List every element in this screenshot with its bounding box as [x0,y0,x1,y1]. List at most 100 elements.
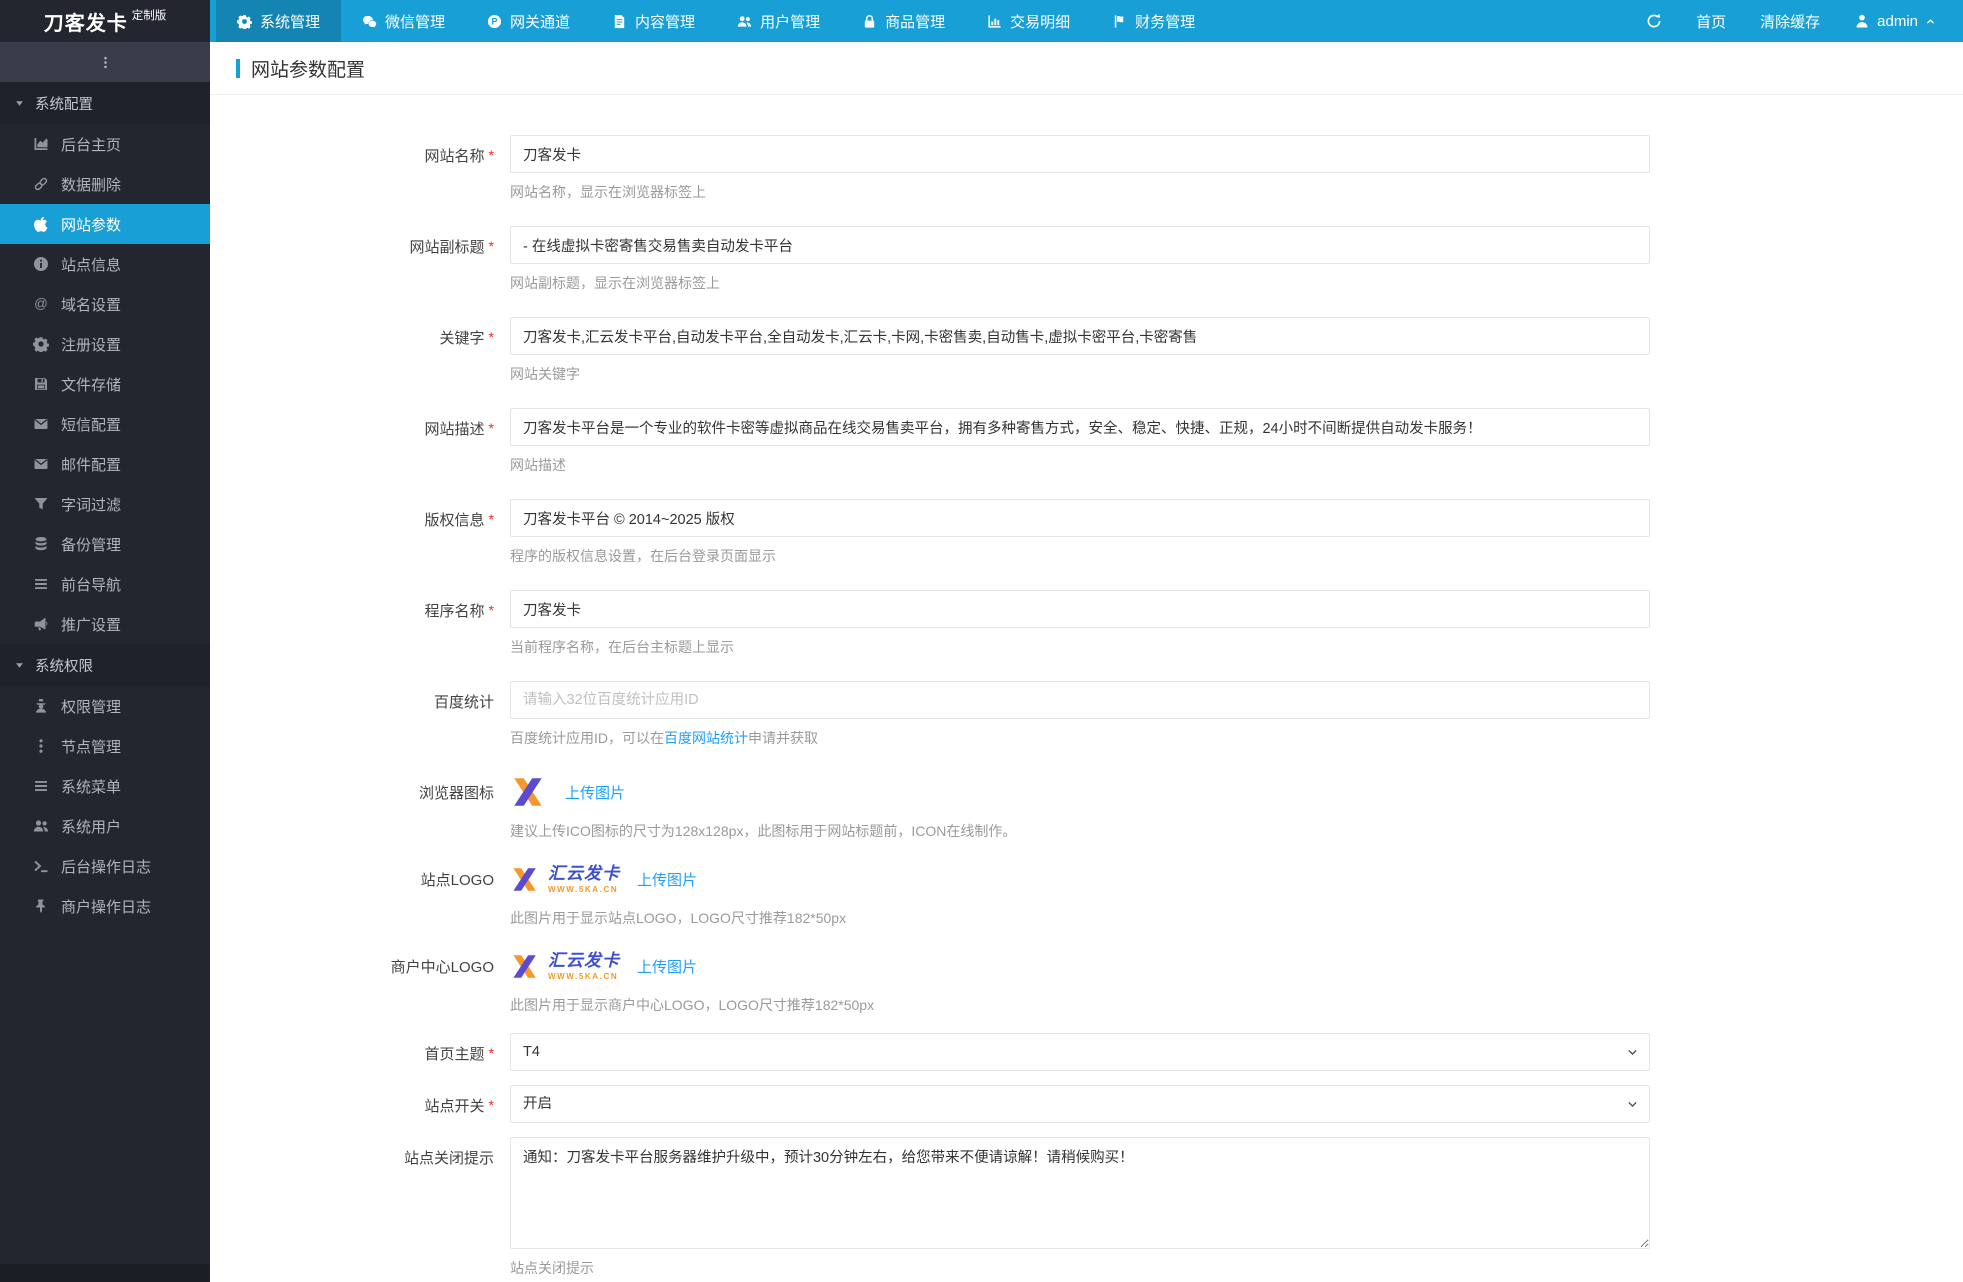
svg-text:P: P [492,16,498,26]
baidu-stats-input[interactable] [510,681,1650,719]
sidebar-footer [0,1264,210,1282]
site-name-input[interactable] [510,135,1650,173]
sidebar-item-label: 推广设置 [61,614,121,635]
home-theme-select[interactable]: T4 [510,1033,1650,1071]
nav-item-内容管理[interactable]: 内容管理 [591,0,716,42]
logo-subtext: WWW.5KA.CN [548,885,620,894]
sidebar-item-后台主页[interactable]: 后台主页 [0,124,210,164]
baidu-stats-link[interactable]: 百度网站统计 [664,730,748,746]
merchant-logo-help-text: 此图片用于显示商户中心LOGO，LOGO尺寸推荐182*50px [510,995,874,1015]
merchant-logo-upload-link[interactable]: 上传图片 [637,956,697,977]
sidebar-item-系统用户[interactable]: 系统用户 [0,806,210,846]
program-name-input[interactable] [510,590,1650,628]
nav-item-label: 商品管理 [885,11,945,32]
site-close-tip-textarea[interactable] [510,1137,1650,1249]
sidebar-section-title: 系统权限 [35,655,93,676]
ellipsis-icon [33,738,49,754]
form-row-program-name: 程序名称*当前程序名称，在后台主标题上显示 [210,590,1963,657]
required-asterisk: * [489,147,494,163]
pin-icon [33,898,49,914]
nav-item-系统管理[interactable]: 系统管理 [216,0,341,42]
logo-subtext: WWW.5KA.CN [548,972,620,981]
site-logo-upload-link[interactable]: 上传图片 [637,869,697,890]
sidebar-item-邮件配置[interactable]: 邮件配置 [0,444,210,484]
title-accent-bar [236,59,240,78]
nav-item-label: 交易明细 [1010,11,1070,32]
user-menu[interactable]: admin [1837,0,1953,42]
sidebar-toggle[interactable] [0,42,210,82]
sidebar-item-系统菜单[interactable]: 系统菜单 [0,766,210,806]
refresh-icon [1646,13,1662,29]
wechat-icon [362,14,377,29]
refresh-button[interactable] [1629,0,1679,42]
sidebar-item-注册设置[interactable]: 注册设置 [0,324,210,364]
logo-text-block: 汇云发卡WWW.5KA.CN [548,952,620,981]
nav-item-网关通道[interactable]: P网关通道 [466,0,591,42]
favicon-upload-link[interactable]: 上传图片 [565,782,625,803]
sidebar-item-label: 网站参数 [61,214,121,235]
merchant-logo-label: 商户中心LOGO [210,946,510,1015]
site-name-control: 网站名称，显示在浏览器标签上 [510,135,1650,202]
nav-item-商品管理[interactable]: 商品管理 [841,0,966,42]
sidebar-item-节点管理[interactable]: 节点管理 [0,726,210,766]
sidebar-section-title: 系统配置 [35,93,93,114]
user-secret-icon [33,698,49,714]
envelope-icon [33,416,49,432]
sidebar-section-系统权限[interactable]: 系统权限 [0,644,210,686]
sidebar-item-站点信息[interactable]: 站点信息 [0,244,210,284]
sidebar-item-文件存储[interactable]: 文件存储 [0,364,210,404]
sidebar-item-推广设置[interactable]: 推广设置 [0,604,210,644]
site-subtitle-label: 网站副标题* [210,226,510,293]
keywords-input[interactable] [510,317,1650,355]
sidebar-item-权限管理[interactable]: 权限管理 [0,686,210,726]
sidebar-item-短信配置[interactable]: 短信配置 [0,404,210,444]
sidebar-item-label: 数据删除 [61,174,121,195]
sidebar-item-数据删除[interactable]: 数据删除 [0,164,210,204]
brand[interactable]: 刀客发卡 定制版 [0,0,210,42]
home-theme-select-wrap: T4 [510,1033,1650,1071]
nav-item-交易明细[interactable]: 交易明细 [966,0,1091,42]
baidu-stats-control: 百度统计应用ID，可以在百度网站统计申请并获取 [510,681,1650,748]
form-row-home-theme: 首页主题*T4 [210,1033,1963,1071]
form-row-site-switch: 站点开关*开启 [210,1085,1963,1123]
required-asterisk: * [489,1097,494,1113]
sidebar-item-label: 短信配置 [61,414,121,435]
nav-item-微信管理[interactable]: 微信管理 [341,0,466,42]
sidebar-item-备份管理[interactable]: 备份管理 [0,524,210,564]
bullhorn-icon [33,616,49,632]
site-logo-control: 汇云发卡WWW.5KA.CN上传图片此图片用于显示站点LOGO，LOGO尺寸推荐… [510,859,846,928]
sidebar-item-label: 商户操作日志 [61,896,151,917]
home-link-label: 首页 [1696,11,1726,32]
sidebar-item-字词过滤[interactable]: 字词过滤 [0,484,210,524]
nav-item-用户管理[interactable]: 用户管理 [716,0,841,42]
home-theme-label: 首页主题* [210,1033,510,1071]
link-icon [33,176,49,192]
merchant-logo-control: 汇云发卡WWW.5KA.CN 上传图片此图片用于显示商户中心LOGO，LOGO尺寸… [510,946,874,1015]
site-subtitle-input[interactable] [510,226,1650,264]
description-input[interactable] [510,408,1650,446]
sidebar-item-网站参数[interactable]: 网站参数 [0,204,210,244]
site-close-tip-help-text: 站点关闭提示 [510,1258,1650,1278]
sidebar-section-系统配置[interactable]: 系统配置 [0,82,210,124]
copyright-input[interactable] [510,499,1650,537]
keywords-label: 关键字* [210,317,510,384]
sidebar-item-label: 前台导航 [61,574,121,595]
site-switch-select[interactable]: 开启 [510,1085,1650,1123]
area-chart-icon [33,136,49,152]
sidebar-item-label: 权限管理 [61,696,121,717]
gear-icon [237,14,252,29]
clear-cache-link[interactable]: 清除缓存 [1743,0,1837,42]
logo-mark-icon [510,864,541,895]
sidebar-item-前台导航[interactable]: 前台导航 [0,564,210,604]
sidebar-item-商户操作日志[interactable]: 商户操作日志 [0,886,210,926]
sidebar-item-后台操作日志[interactable]: 后台操作日志 [0,846,210,886]
sidebar-item-域名设置[interactable]: @域名设置 [0,284,210,324]
site-logo-label: 站点LOGO [210,859,510,928]
nav-item-财务管理[interactable]: 财务管理 [1091,0,1216,42]
program-name-help-text: 当前程序名称，在后台主标题上显示 [510,637,1650,657]
site-close-tip-label: 站点关闭提示 [210,1137,510,1278]
home-link[interactable]: 首页 [1679,0,1743,42]
description-label: 网站描述* [210,408,510,475]
nav-item-label: 用户管理 [760,11,820,32]
favicon-label: 浏览器图标 [210,772,510,841]
